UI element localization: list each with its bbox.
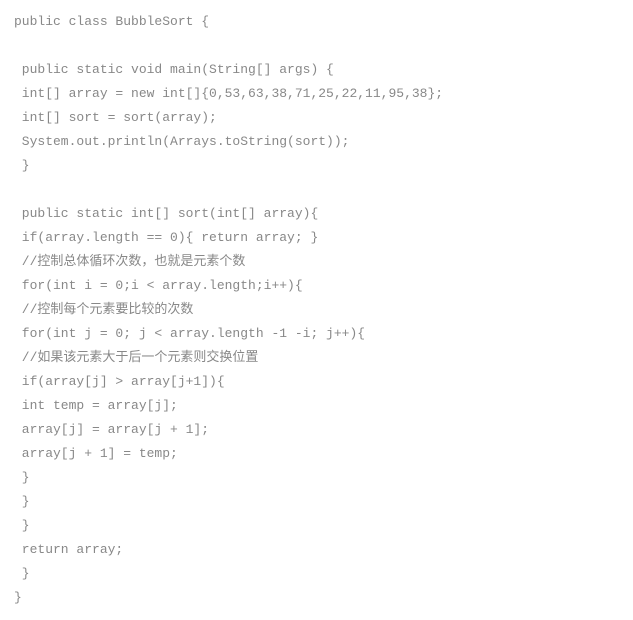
code-line: } [14, 466, 619, 490]
code-content: public class BubbleSort { public static … [14, 10, 619, 610]
code-line [14, 34, 619, 58]
code-line: } [14, 562, 619, 586]
code-line: array[j + 1] = temp; [14, 442, 619, 466]
code-block: public class BubbleSort { public static … [0, 0, 633, 620]
code-line: } [14, 514, 619, 538]
code-line: //控制总体循环次数，也就是元素个数 [14, 250, 619, 274]
code-line: int[] array = new int[]{0,53,63,38,71,25… [14, 82, 619, 106]
code-line: if(array.length == 0){ return array; } [14, 226, 619, 250]
code-line: //控制每个元素要比较的次数 [14, 298, 619, 322]
code-line: int[] sort = sort(array); [14, 106, 619, 130]
code-line: public static int[] sort(int[] array){ [14, 202, 619, 226]
code-line: //如果该元素大于后一个元素则交换位置 [14, 346, 619, 370]
code-line [14, 178, 619, 202]
code-line: public static void main(String[] args) { [14, 58, 619, 82]
code-line: array[j] = array[j + 1]; [14, 418, 619, 442]
code-line: for(int j = 0; j < array.length -1 -i; j… [14, 322, 619, 346]
code-line: } [14, 490, 619, 514]
code-line: System.out.println(Arrays.toString(sort)… [14, 130, 619, 154]
code-line: public class BubbleSort { [14, 10, 619, 34]
code-line: for(int i = 0;i < array.length;i++){ [14, 274, 619, 298]
code-line: } [14, 586, 619, 610]
code-line: int temp = array[j]; [14, 394, 619, 418]
code-line: } [14, 154, 619, 178]
code-line: return array; [14, 538, 619, 562]
code-line: if(array[j] > array[j+1]){ [14, 370, 619, 394]
